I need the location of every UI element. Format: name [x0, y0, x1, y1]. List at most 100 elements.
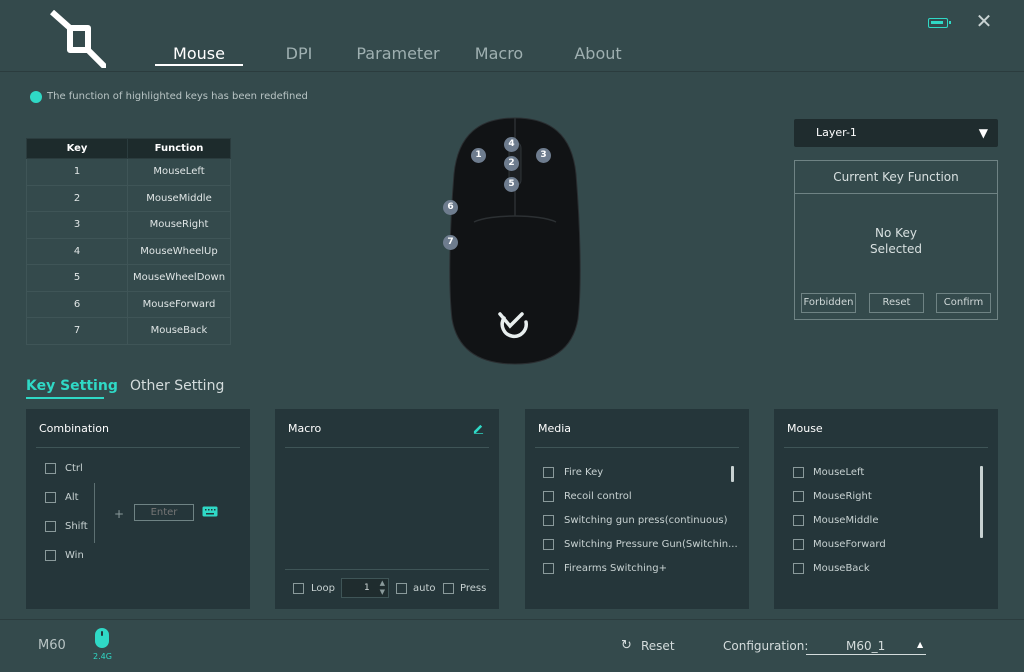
- reset-icon[interactable]: ↻: [621, 638, 632, 653]
- edit-icon[interactable]: [473, 423, 484, 434]
- mouse-title: Mouse: [787, 422, 823, 435]
- function-cell: MouseWheelUp: [127, 237, 231, 265]
- loop-count-value: 1: [364, 583, 370, 593]
- layer-select[interactable]: Layer-1 ▼: [794, 119, 998, 147]
- tab-macro[interactable]: Macro: [468, 44, 530, 63]
- auto-label: auto: [413, 583, 436, 594]
- function-cell: MouseForward: [127, 290, 231, 318]
- press-label: Press: [460, 583, 487, 594]
- no-key-line: No Key: [875, 226, 917, 240]
- configuration-select[interactable]: M60_1: [806, 639, 926, 655]
- key-cell: 4: [26, 237, 128, 265]
- mouse-scrollbar[interactable]: [980, 466, 983, 538]
- macro-panel: Macro Loop 1 ▲ ▼ auto Press: [275, 409, 499, 609]
- loop-label: Loop: [311, 583, 335, 594]
- table-row[interactable]: 3 MouseRight: [26, 211, 231, 239]
- function-cell: MouseBack: [127, 317, 231, 345]
- tab-other-setting[interactable]: Other Setting: [130, 378, 224, 394]
- macro-title: Macro: [288, 422, 322, 435]
- function-cell: MouseRight: [127, 211, 231, 239]
- table-row[interactable]: 5 MouseWheelDown: [26, 264, 231, 292]
- current-key-function-title: Current Key Function: [795, 161, 997, 194]
- mouse-marker-5[interactable]: 5: [504, 177, 519, 192]
- confirm-button[interactable]: Confirm: [936, 293, 991, 313]
- win-checkbox[interactable]: [45, 550, 56, 561]
- mouse-item-checkbox[interactable]: [793, 563, 804, 574]
- media-item-label: Firearms Switching+: [564, 563, 667, 574]
- shift-checkbox[interactable]: [45, 521, 56, 532]
- media-item-label: Fire Key: [564, 467, 604, 478]
- reset-button[interactable]: Reset: [641, 639, 675, 653]
- function-cell: MouseMiddle: [127, 184, 231, 212]
- mouse-item-label: MouseForward: [813, 539, 886, 550]
- media-item-checkbox[interactable]: [543, 467, 554, 478]
- tab-about[interactable]: About: [566, 44, 630, 63]
- no-key-selected-message: No Key Selected: [795, 225, 997, 257]
- mouse-item-checkbox[interactable]: [793, 539, 804, 550]
- selected-line: Selected: [869, 242, 923, 256]
- tab-parameter[interactable]: Parameter: [352, 44, 444, 63]
- mouse-item-label: MouseRight: [813, 491, 872, 502]
- table-row[interactable]: 1 MouseLeft: [26, 158, 231, 186]
- mouse-marker-7[interactable]: 7: [443, 235, 458, 250]
- media-item-checkbox[interactable]: [543, 563, 554, 574]
- divider: [784, 447, 988, 448]
- layer-select-value: Layer-1: [816, 126, 857, 139]
- ctrl-checkbox[interactable]: [45, 463, 56, 474]
- function-cell: MouseWheelDown: [127, 264, 231, 292]
- forbidden-button[interactable]: Forbidden: [801, 293, 856, 313]
- alt-label: Alt: [65, 492, 79, 503]
- table-header-row: Key Function: [26, 138, 231, 159]
- media-item-checkbox[interactable]: [543, 515, 554, 526]
- divider: [94, 483, 95, 543]
- mouse-marker-3[interactable]: 3: [536, 148, 551, 163]
- alt-checkbox[interactable]: [45, 492, 56, 503]
- mouse-image: [449, 117, 581, 365]
- mouse-item-label: MouseLeft: [813, 467, 865, 478]
- column-header-function: Function: [127, 138, 231, 159]
- table-row[interactable]: 6 MouseForward: [26, 290, 231, 318]
- mouse-marker-6[interactable]: 6: [443, 200, 458, 215]
- table-row[interactable]: 7 MouseBack: [26, 317, 231, 345]
- mouse-item-label: MouseBack: [813, 563, 870, 574]
- combination-title: Combination: [39, 422, 109, 435]
- table-row[interactable]: 2 MouseMiddle: [26, 184, 231, 212]
- media-scrollbar[interactable]: [731, 466, 734, 482]
- mouse-item-label: MouseMiddle: [813, 515, 879, 526]
- press-checkbox[interactable]: [443, 583, 454, 594]
- highlight-indicator-dot: [30, 91, 42, 103]
- key-cell: 7: [26, 317, 128, 345]
- shift-label: Shift: [65, 521, 88, 532]
- media-item-label: Switching Pressure Gun(Switchin...: [564, 539, 738, 550]
- media-panel: Media Fire Key Recoil control Switching …: [525, 409, 749, 609]
- active-tab-underline: [155, 64, 243, 66]
- key-function-table: Key Function 1 MouseLeft 2 MouseMiddle 3 Mo…: [26, 138, 231, 345]
- configuration-label: Configuration:: [723, 639, 809, 653]
- redefined-notice: The function of highlighted keys has bee…: [47, 91, 308, 102]
- mouse-item-checkbox[interactable]: [793, 491, 804, 502]
- close-icon[interactable]: ✕: [975, 11, 993, 31]
- auto-checkbox[interactable]: [396, 583, 407, 594]
- media-item-checkbox[interactable]: [543, 539, 554, 550]
- media-item-checkbox[interactable]: [543, 491, 554, 502]
- mouse-item-checkbox[interactable]: [793, 515, 804, 526]
- loop-checkbox[interactable]: [293, 583, 304, 594]
- loop-count-stepper[interactable]: 1 ▲ ▼: [341, 578, 389, 598]
- caret-up-icon[interactable]: ▲: [917, 640, 923, 649]
- tab-mouse[interactable]: Mouse: [155, 44, 243, 63]
- device-name: M60: [38, 638, 66, 653]
- keyboard-icon[interactable]: [202, 506, 218, 517]
- column-header-key: Key: [26, 138, 128, 159]
- key-input[interactable]: [134, 504, 194, 521]
- battery-icon: [928, 18, 951, 28]
- mouse-marker-2[interactable]: 2: [504, 156, 519, 171]
- key-cell: 3: [26, 211, 128, 239]
- tab-dpi[interactable]: DPI: [272, 44, 326, 63]
- reset-key-button[interactable]: Reset: [869, 293, 924, 313]
- mouse-marker-1[interactable]: 1: [471, 148, 486, 163]
- table-row[interactable]: 4 MouseWheelUp: [26, 237, 231, 265]
- mouse-item-checkbox[interactable]: [793, 467, 804, 478]
- tab-key-setting[interactable]: Key Setting: [26, 378, 118, 394]
- stepper-arrows-icon[interactable]: ▲ ▼: [380, 579, 385, 597]
- mouse-marker-4[interactable]: 4: [504, 137, 519, 152]
